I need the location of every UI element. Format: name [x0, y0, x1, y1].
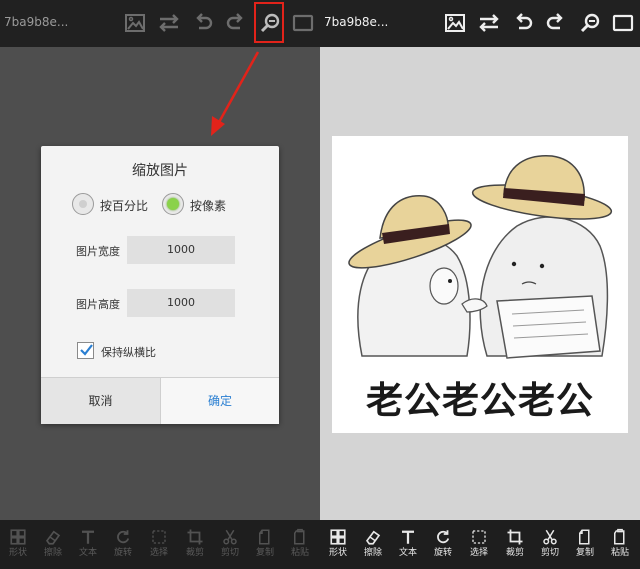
zoom-icon[interactable] — [578, 11, 602, 35]
text-icon — [399, 528, 417, 546]
copy-icon — [576, 528, 594, 546]
hamster-illustration — [348, 155, 613, 359]
tool-cut[interactable]: 剪切 — [212, 520, 248, 569]
tool-select[interactable]: 选择 — [461, 520, 497, 569]
image-caption: 老公老公老公 — [366, 379, 594, 422]
edited-image[interactable]: 老公老公老公 — [332, 136, 628, 433]
right-screen: 7ba9b8e... 老公老公老公 形状 擦除 文本 旋转 选择 裁剪 剪切 复… — [320, 0, 640, 569]
tool-label: 裁剪 — [505, 548, 524, 558]
copy-icon — [256, 528, 274, 546]
tool-label: 文本 — [78, 548, 97, 558]
tool-copy[interactable]: 复制 — [247, 520, 283, 569]
swap-icon[interactable] — [157, 11, 181, 35]
tool-paste[interactable]: 粘贴 — [602, 520, 638, 569]
radio-pixel-circle[interactable] — [162, 193, 184, 215]
tool-label: 文本 — [398, 548, 417, 558]
file-name: 7ba9b8e... — [324, 15, 389, 29]
grid-icon — [9, 528, 27, 546]
tool-rotate[interactable]: 旋转 — [105, 520, 141, 569]
bottom-toolbar: 形状 擦除 文本 旋转 选择 裁剪 剪切 复制 粘贴 — [320, 520, 640, 569]
tool-label: 选择 — [149, 548, 168, 558]
rotate-icon — [114, 528, 132, 546]
tool-label: 擦除 — [363, 548, 382, 558]
keep-ratio-label: 保持纵横比 — [101, 346, 156, 359]
tool-label: 剪切 — [540, 548, 559, 558]
tool-label: 粘贴 — [610, 548, 629, 558]
scissors-icon — [541, 528, 559, 546]
tool-crop[interactable]: 裁剪 — [177, 520, 213, 569]
undo-icon[interactable] — [511, 11, 535, 35]
tool-erase[interactable]: 擦除 — [35, 520, 71, 569]
redo-icon[interactable] — [224, 11, 248, 35]
undo-icon[interactable] — [191, 11, 215, 35]
zoom-highlight-box — [254, 2, 284, 43]
tool-label: 选择 — [469, 548, 488, 558]
tool-label: 粘贴 — [290, 548, 309, 558]
tool-crop[interactable]: 裁剪 — [497, 520, 533, 569]
tool-erase[interactable]: 擦除 — [355, 520, 391, 569]
tool-text[interactable]: 文本 — [390, 520, 426, 569]
radio-percent-circle[interactable] — [72, 193, 94, 215]
height-label: 图片高度 — [76, 298, 120, 311]
resize-dialog: 缩放图片 按百分比 按像素 图片宽度 1000 图片高度 1000 保持纵横比 … — [41, 146, 279, 424]
left-screen: 7ba9b8e... 缩放图片 按百分比 按像素 图片宽度 1000 图片高度 … — [0, 0, 320, 569]
tool-text[interactable]: 文本 — [70, 520, 106, 569]
ok-button[interactable]: 确定 — [160, 378, 279, 424]
tool-label: 形状 — [328, 548, 347, 558]
image-icon[interactable] — [123, 11, 147, 35]
select-icon — [470, 528, 488, 546]
dialog-footer: 取消 确定 — [41, 377, 279, 424]
top-toolbar: 7ba9b8e... — [0, 0, 320, 47]
image-icon[interactable] — [443, 11, 467, 35]
tool-label: 旋转 — [113, 548, 132, 558]
tool-copy[interactable]: 复制 — [567, 520, 603, 569]
width-label: 图片宽度 — [76, 245, 120, 258]
paste-icon — [611, 528, 629, 546]
tool-select[interactable]: 选择 — [141, 520, 177, 569]
select-icon — [150, 528, 168, 546]
bottom-toolbar: 形状 擦除 文本 旋转 选择 裁剪 剪切 复制 粘贴 — [0, 520, 320, 569]
tool-shape[interactable]: 形状 — [0, 520, 36, 569]
radio-percent-label: 按百分比 — [100, 199, 149, 213]
tool-label: 复制 — [575, 548, 594, 558]
eraser-icon — [364, 528, 382, 546]
tool-shape[interactable]: 形状 — [320, 520, 356, 569]
check-icon — [80, 344, 93, 356]
crop-icon — [186, 528, 204, 546]
tool-label: 形状 — [8, 548, 27, 558]
tool-paste[interactable]: 粘贴 — [282, 520, 318, 569]
tool-label: 擦除 — [43, 548, 62, 558]
tool-label: 复制 — [255, 548, 274, 558]
tool-label: 旋转 — [433, 548, 452, 558]
top-toolbar: 7ba9b8e... — [320, 0, 640, 47]
redo-icon[interactable] — [544, 11, 568, 35]
text-icon — [79, 528, 97, 546]
dialog-title: 缩放图片 — [132, 163, 188, 179]
eraser-icon — [44, 528, 62, 546]
width-input[interactable]: 1000 — [127, 236, 235, 264]
keep-ratio-checkbox[interactable] — [77, 342, 94, 359]
crop-frame-icon[interactable] — [291, 11, 315, 35]
tool-label: 裁剪 — [185, 548, 204, 558]
scissors-icon — [221, 528, 239, 546]
tool-rotate[interactable]: 旋转 — [425, 520, 461, 569]
cancel-button[interactable]: 取消 — [41, 378, 160, 424]
rotate-icon — [434, 528, 452, 546]
swap-icon[interactable] — [477, 11, 501, 35]
file-name: 7ba9b8e... — [4, 15, 69, 29]
paste-icon — [291, 528, 309, 546]
grid-icon — [329, 528, 347, 546]
crop-icon — [506, 528, 524, 546]
crop-frame-icon[interactable] — [611, 11, 635, 35]
radio-pixel-label: 按像素 — [190, 199, 227, 213]
tool-cut[interactable]: 剪切 — [532, 520, 568, 569]
tool-label: 剪切 — [220, 548, 239, 558]
height-input[interactable]: 1000 — [127, 289, 235, 317]
